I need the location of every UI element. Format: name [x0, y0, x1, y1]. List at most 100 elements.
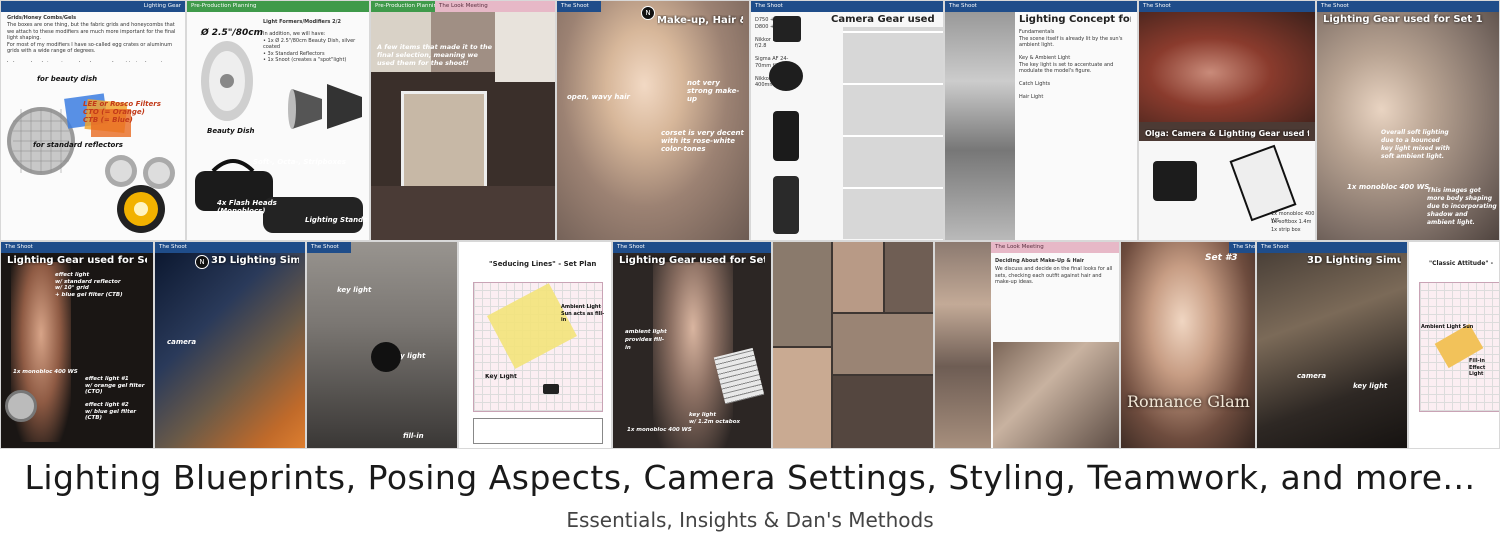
note-key-light: key light w/ 1.2m octabox [689, 412, 741, 425]
set-number: Set #3 [1205, 253, 1238, 263]
book-logo-icon: N [641, 6, 655, 20]
page-header-bar: Pre-Production Planning [371, 1, 435, 12]
page-makeup-hair: The Shoot N Make-up, Hair & Styling open… [556, 0, 750, 241]
book-spread-collage: Lighting Gear Grids/Honey Combs/Gels The… [0, 0, 1500, 449]
romance-photo [1121, 242, 1255, 448]
page-title: 3D Lighting Simulation [1307, 255, 1401, 266]
gear-note-3: 1x strip box [1271, 227, 1301, 233]
headline: Lighting Blueprints, Posing Aspects, Cam… [24, 458, 1476, 497]
page-header-bar: The Shoot [1139, 1, 1315, 12]
bts-photo-5 [773, 348, 831, 448]
page-grids-gels: Lighting Gear Grids/Honey Combs/Gels The… [0, 0, 186, 241]
page-header-bar: The Shoot [1257, 242, 1407, 253]
page-title: Lighting Gear used for Set 1 [1323, 14, 1483, 25]
plan-label-fill: Fill-in Effect Light [1469, 358, 1486, 377]
lens-photo-2 [773, 111, 799, 161]
note-beauty-dish: for beauty dish [37, 75, 98, 83]
page-body-text: The boxes are one thing, but the fabric … [7, 22, 176, 62]
page-classic-set-plan: "Classic Attitude" - Set Ambient Light S… [1408, 241, 1500, 449]
page-key-light: The Shoot key light key light fill-in [306, 241, 458, 449]
page-title: 3D Lighting Simulation [211, 255, 299, 266]
page-heading: Grids/Honey Combs/Gels [7, 15, 77, 21]
page-body-text: In addition, we will have: • 1x Ø 2.5"/8… [263, 31, 356, 63]
note-body-shaping: This images got more body shaping due to… [1427, 187, 1497, 226]
camera-symbol-icon [543, 384, 559, 394]
note-key-light: key light [1353, 382, 1388, 390]
reflector-photo [5, 390, 37, 422]
note-hair: open, wavy hair [567, 93, 630, 101]
model-portrait [557, 1, 749, 240]
page-header-bar: The Shoot [751, 1, 943, 12]
phone-photo [401, 91, 487, 189]
set1-photo-grid [843, 27, 943, 239]
note-monobloc: 1x monobloc 400 WS [13, 369, 78, 375]
page-3d-simulation: The Shoot N 3D Lighting Simulation camer… [154, 241, 306, 449]
note-flash-heads: 4x Flash Heads (Monoblocs) [217, 199, 277, 215]
team-photo [993, 342, 1119, 448]
page-title: Make-up, Hair & Styling [657, 15, 743, 26]
page-header-bar: The Shoot [1317, 1, 1499, 12]
3d-render [155, 253, 305, 448]
page-header-bar: The Shoot [945, 1, 1137, 12]
page-header-bar: The Shoot [557, 1, 601, 12]
page-header-bar: The Shoot [155, 242, 305, 253]
page-romance-glam: The Shoot Set #3 Romance Glam [1120, 241, 1256, 449]
note-effect-light: effect light w/ standard reflector w/ 10… [55, 272, 123, 298]
page-header-bar: The Shoot [1, 242, 153, 253]
page-header-bar: The Shoot [1229, 242, 1255, 253]
page-look-meeting: Pre-Production Planning The Look Meeting… [370, 0, 556, 241]
standard-reflectors-image [105, 155, 175, 233]
bts-photo-2 [833, 242, 883, 312]
meeting-photos [935, 242, 991, 448]
accessories-photo [371, 186, 555, 240]
bts-photo-1 [773, 242, 831, 346]
lens-photo-3 [773, 176, 799, 234]
corset-photo [495, 12, 555, 82]
note-makeup: not very strong make-up [687, 79, 740, 103]
page-set-plan: "Seducing Lines" - Set Plan Ambient Ligh… [458, 241, 612, 449]
note-beauty-dish: Beauty Dish [207, 127, 255, 135]
plan-label-ambient: Ambient Light Sun [1421, 324, 1474, 330]
note-camera: camera [1297, 372, 1327, 380]
page-header-bar: The Shoot [307, 242, 351, 253]
page-header-bar: Pre-Production Planning [187, 1, 369, 12]
page-header-bar: Lighting Gear [1, 1, 185, 12]
page-bts-collage [772, 241, 934, 449]
page-header-bar-2: The Look Meeting [435, 1, 555, 12]
page-body-text: We discuss and decide on the final looks… [995, 266, 1113, 285]
olga-photo [1139, 12, 1315, 122]
gear-note-2: 1x softbox 1.4m [1271, 219, 1312, 225]
bts-photo-4 [833, 314, 933, 374]
page-title: "Classic Attitude" - Set [1429, 260, 1493, 267]
page-title: Lighting Gear used for Set 3 [7, 255, 147, 266]
camera-body-photo [773, 16, 801, 42]
page-title: Camera Gear used for Set 1 [831, 14, 937, 25]
page-header-bar: The Look Meeting [991, 242, 1119, 253]
page-makeup-decision: The Look Meeting Deciding About Make-Up … [934, 241, 1120, 449]
book-logo-icon: N [195, 255, 209, 269]
page-lighting-concept: The Shoot Lighting Concept for Set 1 Fun… [944, 0, 1138, 241]
note-camera: camera [167, 338, 197, 346]
page-heading: Light Formers/Modifiers 2/2 [263, 19, 341, 25]
note-beauty-dish-size: Ø 2.5"/80cm [201, 28, 263, 38]
note-lighting-stands: Lighting Stands [305, 216, 368, 224]
note-monobloc: 1x monobloc 400 WS [627, 427, 692, 433]
page-3d-simulation-2: The Shoot 3D Lighting Simulation camera … [1256, 241, 1408, 449]
page-lighting-gear-set4: The Shoot Lighting Gear used for Set 4 a… [612, 241, 772, 449]
note-softboxes: Soft-, Octa-, Stripboxes [253, 158, 346, 166]
bts-photo-6 [833, 376, 933, 448]
3d-render-2 [1257, 253, 1407, 448]
concept-text: Fundamentals The scene itself is already… [1019, 29, 1123, 100]
page-light-formers: Pre-Production Planning Light Formers/Mo… [186, 0, 370, 241]
note-key-light: key light [337, 286, 372, 294]
page-title: "Seducing Lines" - Set Plan [489, 260, 597, 268]
legend-box [473, 418, 603, 444]
page-heading: Deciding About Make-Up & Hair [995, 258, 1085, 264]
note-ambient-fill: ambient light provides fill-in [625, 329, 667, 351]
note-soft-lighting: Overall soft lighting due to a bounced k… [1381, 129, 1450, 160]
bts-photo-3 [885, 242, 933, 312]
concept-photos [945, 12, 1015, 240]
page-lighting-gear-set3: The Shoot Lighting Gear used for Set 3 e… [0, 241, 154, 449]
page-title: Lighting Gear used for Set 4 [619, 255, 765, 266]
romance-glam-title: Romance Glam [1127, 392, 1250, 411]
